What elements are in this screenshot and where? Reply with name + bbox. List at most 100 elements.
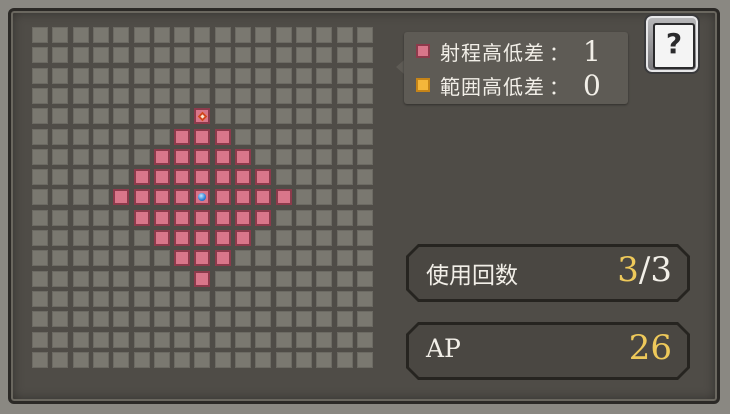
grid-cell [73, 311, 89, 327]
grid-cell [73, 129, 89, 145]
grid-cell [296, 149, 312, 165]
grid-cell [276, 311, 292, 327]
grid-cell [73, 189, 89, 205]
grid-cell [337, 230, 353, 246]
grid-cell [113, 169, 129, 185]
grid-cell [357, 88, 373, 104]
grid-cell [154, 129, 170, 145]
grid-cell [134, 352, 150, 368]
grid-cell [357, 210, 373, 226]
help-button[interactable]: ? [644, 14, 700, 74]
grid-cell [93, 108, 109, 124]
grid-cell [276, 129, 292, 145]
grid-cell [215, 332, 231, 348]
grid-cell [73, 88, 89, 104]
grid-cell [113, 230, 129, 246]
grid-cell [276, 88, 292, 104]
range-cell [174, 250, 190, 266]
grid-cell [113, 332, 129, 348]
grid-cell [316, 352, 332, 368]
grid-cell [296, 169, 312, 185]
grid-cell [276, 291, 292, 307]
grid-cell [337, 169, 353, 185]
grid-cell [174, 108, 190, 124]
grid-cell [32, 311, 48, 327]
grid-cell [316, 108, 332, 124]
grid-cell [32, 210, 48, 226]
grid-cell [113, 27, 129, 43]
grid-cell [52, 68, 68, 84]
range-cell [215, 149, 231, 165]
grid-cell [73, 332, 89, 348]
grid-cell [255, 332, 271, 348]
range-cell [194, 169, 210, 185]
grid-cell [52, 332, 68, 348]
grid-cell [316, 271, 332, 287]
grid-cell [235, 68, 251, 84]
range-cell [255, 189, 271, 205]
range-cell [255, 210, 271, 226]
range-cell [215, 169, 231, 185]
grid-cell [316, 27, 332, 43]
grid-cell [93, 311, 109, 327]
grid-cell [194, 332, 210, 348]
grid-cell [32, 271, 48, 287]
range-swatch-icon [416, 44, 430, 58]
grid-cell [296, 250, 312, 266]
grid-cell [357, 149, 373, 165]
range-cell [215, 230, 231, 246]
grid-cell [93, 352, 109, 368]
grid-cell [296, 352, 312, 368]
grid-cell [296, 210, 312, 226]
grid-cell [52, 129, 68, 145]
grid-cell [255, 311, 271, 327]
grid-cell [235, 311, 251, 327]
grid-cell [296, 189, 312, 205]
grid-cell [235, 352, 251, 368]
grid-cell [154, 108, 170, 124]
grid-cell [255, 88, 271, 104]
range-cell [276, 189, 292, 205]
grid-cell [93, 250, 109, 266]
range-height-row: 射程高低差 ： 1 [416, 35, 601, 68]
range-cell [194, 250, 210, 266]
grid-cell [73, 108, 89, 124]
grid-cell [113, 68, 129, 84]
grid-cell [52, 169, 68, 185]
grid-cell [52, 230, 68, 246]
grid-cell [52, 47, 68, 63]
uses-value: 3/3 [617, 250, 672, 290]
grid-cell [194, 88, 210, 104]
grid-cell [134, 129, 150, 145]
grid-cell [174, 27, 190, 43]
grid-cell [255, 129, 271, 145]
question-mark: ? [665, 27, 683, 60]
grid-cell [93, 129, 109, 145]
grid-cell [316, 169, 332, 185]
grid-cell [337, 271, 353, 287]
grid-cell [235, 88, 251, 104]
grid-cell [337, 27, 353, 43]
grid-cell [337, 210, 353, 226]
grid-cell [255, 230, 271, 246]
grid-cell [174, 291, 190, 307]
grid-cell [296, 88, 312, 104]
grid-cell [134, 250, 150, 266]
grid-cell [357, 250, 373, 266]
grid-cell [316, 88, 332, 104]
range-cell [134, 189, 150, 205]
uses-label: 使用回数 [426, 263, 518, 289]
uses-current: 3 [617, 250, 639, 290]
range-grid [32, 27, 386, 381]
grid-cell [93, 169, 109, 185]
grid-cell [357, 129, 373, 145]
grid-cell [32, 250, 48, 266]
grid-cell [296, 230, 312, 246]
grid-cell [235, 332, 251, 348]
caster-marker-icon [198, 193, 206, 201]
grid-cell [194, 291, 210, 307]
grid-cell [32, 332, 48, 348]
grid-cell [113, 291, 129, 307]
grid-cell [93, 271, 109, 287]
grid-cell [73, 291, 89, 307]
